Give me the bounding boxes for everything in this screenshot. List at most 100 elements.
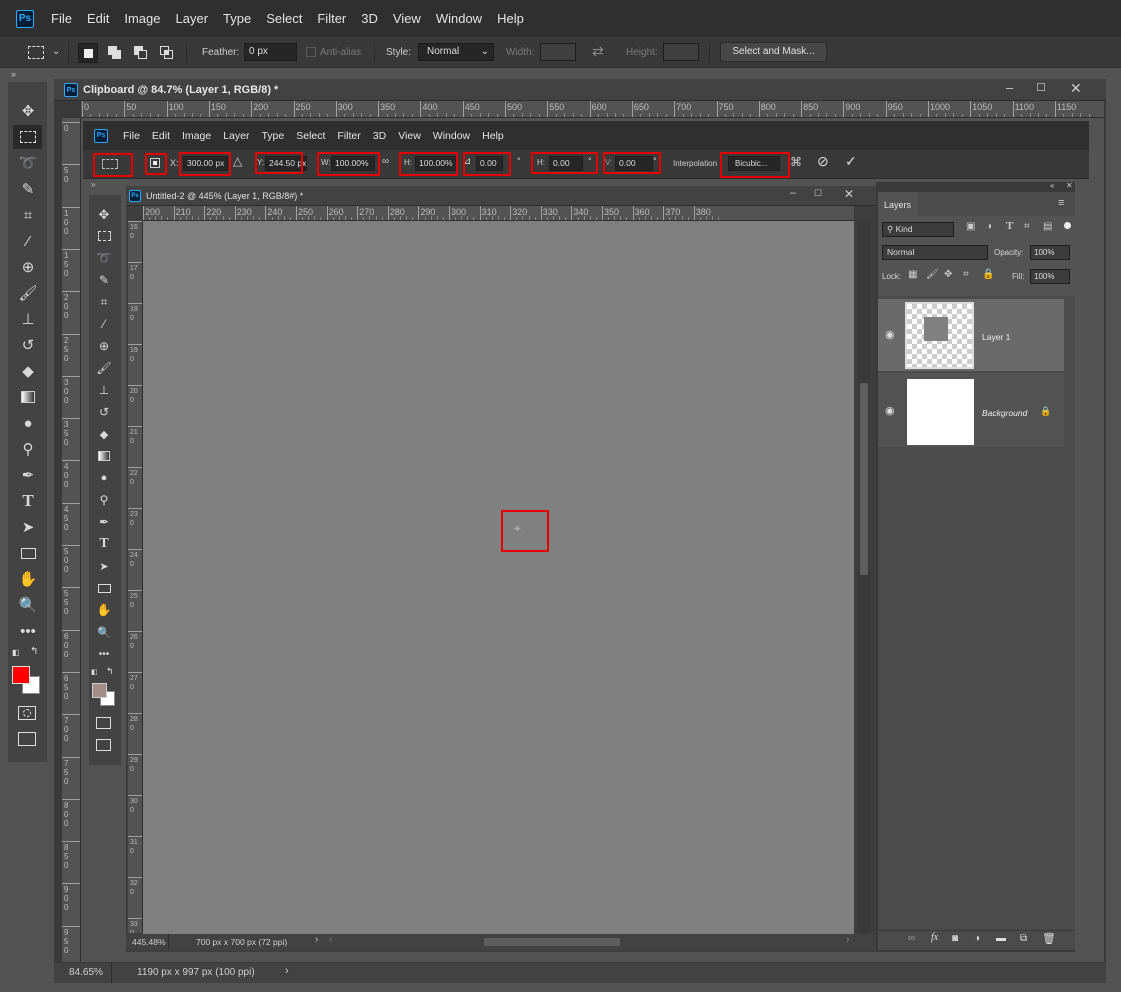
menu-edit[interactable]: Edit xyxy=(87,11,109,26)
chevron-right-icon[interactable]: › xyxy=(315,934,318,945)
more-tools-icon[interactable]: ••• xyxy=(93,644,115,664)
lock-image-icon[interactable]: 🖌 xyxy=(926,269,939,280)
rectangle-tool-icon[interactable] xyxy=(17,542,39,564)
rect-marquee-preset-icon[interactable] xyxy=(28,46,44,59)
blur-tool-icon[interactable]: ● xyxy=(17,412,39,434)
menu-view[interactable]: View xyxy=(393,11,421,26)
scroll-right-icon[interactable]: › xyxy=(846,934,849,945)
height-input[interactable] xyxy=(663,43,699,61)
inner-canvas[interactable] xyxy=(143,221,854,934)
link-icon[interactable]: ∞ xyxy=(382,156,389,167)
antialias-checkbox[interactable] xyxy=(306,47,316,57)
pen-tool-icon[interactable]: ✒ xyxy=(93,512,115,532)
history-brush-tool-icon[interactable]: ↺ xyxy=(17,334,39,356)
menu-image[interactable]: Image xyxy=(124,11,160,26)
close-button[interactable]: ✕ xyxy=(1070,80,1082,97)
pixel-filter-icon[interactable]: ▣ xyxy=(966,221,975,232)
link-layers-icon[interactable]: ∞ xyxy=(908,933,915,944)
eyedropper-tool-icon[interactable]: ⁄ xyxy=(93,314,115,334)
lasso-tool-icon[interactable]: ➰ xyxy=(93,248,115,268)
marquee-tool-icon[interactable] xyxy=(13,125,42,149)
new-layer-icon[interactable]: ⧉ xyxy=(1020,933,1027,944)
brush-tool-icon[interactable]: 🖌 xyxy=(17,282,39,304)
swap-dimensions-icon[interactable]: ⇄ xyxy=(592,43,604,60)
gradient-tool-icon[interactable] xyxy=(93,446,115,466)
minimize-button[interactable]: – xyxy=(790,187,796,199)
chevron-down-icon[interactable]: ⌄ xyxy=(52,46,60,57)
new-selection-button[interactable] xyxy=(78,43,98,63)
screen-mode-icon[interactable] xyxy=(96,739,111,751)
inner-menu-window[interactable]: Window xyxy=(433,130,470,142)
swap-colors-icon[interactable]: ↰ xyxy=(30,646,38,657)
vertical-scrollbar[interactable] xyxy=(858,221,870,934)
vertical-scrollbar-thumb[interactable] xyxy=(860,383,868,575)
inner-menu-edit[interactable]: Edit xyxy=(152,130,170,142)
quick-mask-icon[interactable] xyxy=(18,706,36,720)
warp-mode-icon[interactable]: ⌘ xyxy=(790,155,802,169)
inner-menu-3d[interactable]: 3D xyxy=(373,130,386,142)
eraser-tool-icon[interactable]: ◆ xyxy=(17,360,39,382)
chevron-right-icon[interactable]: › xyxy=(285,965,289,977)
eyedropper-tool-icon[interactable]: ⁄ xyxy=(17,230,39,252)
history-brush-tool-icon[interactable]: ↺ xyxy=(93,402,115,422)
foreground-color-swatch[interactable] xyxy=(92,683,107,698)
quick-selection-tool-icon[interactable]: ✎ xyxy=(93,270,115,290)
healing-brush-tool-icon[interactable]: ⊕ xyxy=(93,336,115,356)
gradient-tool-icon[interactable] xyxy=(17,386,39,408)
relative-position-icon[interactable]: △ xyxy=(233,154,242,168)
adjustment-layer-icon[interactable]: ◑ xyxy=(974,933,980,944)
screen-mode-icon[interactable] xyxy=(18,732,36,746)
panel-collapse-icon[interactable]: « xyxy=(1050,181,1054,190)
menu-3d[interactable]: 3D xyxy=(361,11,378,26)
lock-position-icon[interactable]: ✥ xyxy=(944,269,952,280)
shape-filter-icon[interactable]: ⌗ xyxy=(1024,221,1030,232)
type-filter-icon[interactable]: T xyxy=(1006,220,1013,232)
layer-row[interactable]: ◉ Layer 1 xyxy=(878,299,1064,371)
filter-kind-select[interactable]: ⚲ Kind xyxy=(882,222,954,237)
crop-tool-icon[interactable]: ⌗ xyxy=(17,204,39,226)
hand-tool-icon[interactable]: ✋ xyxy=(17,568,39,590)
opacity-input[interactable]: 100% xyxy=(1030,245,1070,260)
menu-select[interactable]: Select xyxy=(266,11,302,26)
outer-zoom-level[interactable]: 84.65% xyxy=(69,967,103,978)
minimize-button[interactable]: – xyxy=(1006,80,1013,95)
width-input[interactable] xyxy=(540,43,576,61)
move-tool-icon[interactable]: ✥ xyxy=(93,205,115,225)
inner-menu-filter[interactable]: Filter xyxy=(337,130,360,142)
path-selection-tool-icon[interactable]: ➤ xyxy=(93,556,115,576)
adjustment-filter-icon[interactable]: ◑ xyxy=(986,221,992,232)
default-colors-icon[interactable]: ◧ xyxy=(91,668,98,676)
inner-menu-image[interactable]: Image xyxy=(182,130,211,142)
lock-all-icon[interactable]: 🔒 xyxy=(982,269,994,280)
subtract-selection-icon[interactable] xyxy=(134,46,148,59)
menu-type[interactable]: Type xyxy=(223,11,251,26)
inner-menu-view[interactable]: View xyxy=(398,130,421,142)
collapse-arrows-icon[interactable]: » xyxy=(91,180,95,189)
hand-tool-icon[interactable]: ✋ xyxy=(93,600,115,620)
layer-mask-icon[interactable]: ◙ xyxy=(952,933,958,944)
layer-row[interactable]: ◉ Background 🔒 xyxy=(878,373,1064,447)
scroll-left-icon[interactable]: ‹ xyxy=(329,934,332,945)
crop-tool-icon[interactable]: ⌗ xyxy=(93,292,115,312)
layers-tab[interactable]: Layers xyxy=(878,192,918,216)
eye-icon[interactable]: ◉ xyxy=(885,328,895,341)
swap-colors-icon[interactable]: ↰ xyxy=(106,666,114,677)
inner-menu-layer[interactable]: Layer xyxy=(223,130,249,142)
feather-input[interactable]: 0 px xyxy=(244,43,297,61)
move-tool-icon[interactable]: ✥ xyxy=(17,100,39,122)
inner-menu-help[interactable]: Help xyxy=(482,130,504,142)
zoom-tool-icon[interactable]: 🔍 xyxy=(17,594,39,616)
default-colors-icon[interactable]: ◧ xyxy=(12,648,22,658)
fill-input[interactable]: 100% xyxy=(1030,269,1070,284)
blur-tool-icon[interactable]: ● xyxy=(93,468,115,488)
layer-name[interactable]: Layer 1 xyxy=(982,332,1010,342)
maximize-button[interactable]: ☐ xyxy=(814,188,822,199)
lock-artboard-icon[interactable]: ⌗ xyxy=(963,269,969,280)
maximize-button[interactable]: ☐ xyxy=(1036,81,1046,94)
rectangle-tool-icon[interactable] xyxy=(93,578,115,598)
pen-tool-icon[interactable]: ✒ xyxy=(17,464,39,486)
trash-icon[interactable]: 🗑 xyxy=(1042,932,1056,945)
panel-menu-icon[interactable]: ≡ xyxy=(1058,197,1064,209)
marquee-tool-icon[interactable] xyxy=(93,226,115,246)
dodge-tool-icon[interactable]: ⚲ xyxy=(93,490,115,510)
